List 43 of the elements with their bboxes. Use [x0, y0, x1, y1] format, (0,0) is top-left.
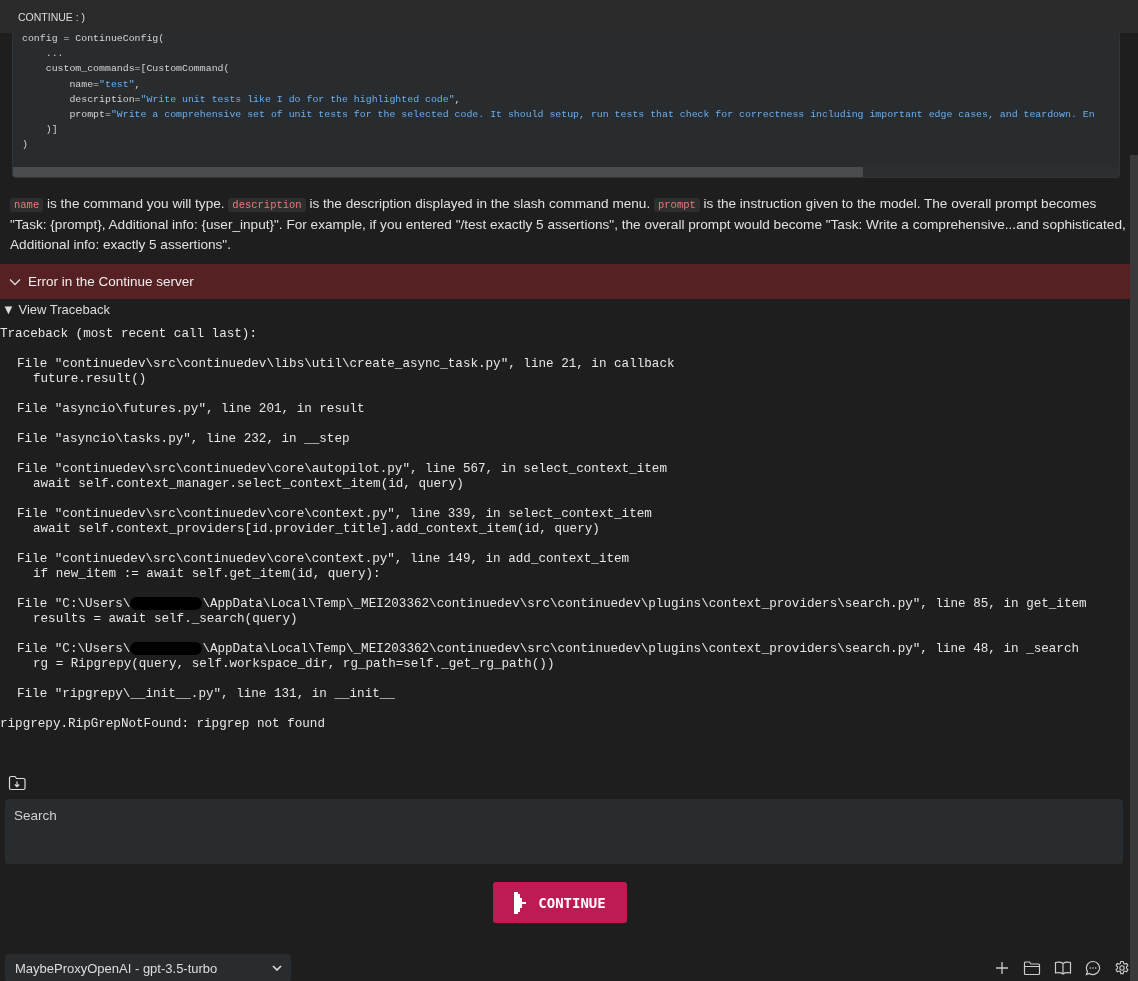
settings-icon[interactable] — [1114, 960, 1130, 976]
traceback-file-line: File "asyncio\futures.py", line 201, in result — [16, 402, 366, 417]
code-line: custom_commands=[CustomCommand( — [44, 62, 231, 77]
traceback-file-line: File "ripgrepy\__init__.py", line 131, in __init__ — [16, 687, 396, 702]
traceback-code-line: await self.context_manager.select_context_item(id, query) — [32, 477, 465, 492]
scrollbar-thumb[interactable] — [13, 167, 863, 177]
folder-icon[interactable] — [1023, 960, 1041, 976]
play-icon — [514, 891, 527, 914]
book-icon[interactable] — [1054, 960, 1072, 976]
traceback-file-line: File "continuedev\src\continuedev\libs\util\create_async_task.py", line 21, in callback — [16, 357, 676, 372]
code-line: name="test", — [68, 77, 142, 92]
error-banner[interactable]: Error in the Continue server — [0, 264, 1130, 299]
traceback-code-line: future.result() — [32, 372, 148, 387]
description-paragraph: name is the command you will type. description is the description displayed in the slash command menu. prompt is the instruction given to the model. The overall prompt becomes "Task: {prompt}, Additional info: {user_input}". For example, if you entered "/test exactly 5 assertions", the overall prompt would become "Task: Write a comprehensive...and sophisticated, Additional info: exactly 5 assertions". — [10, 195, 1126, 254]
code-line: description="Write unit tests like I do for the highlighted code", — [68, 92, 462, 107]
code-line: ) — [22, 138, 29, 153]
code-line: ... — [44, 47, 65, 62]
traceback-file-line: File "asyncio\tasks.py", line 232, in __step — [16, 432, 351, 447]
error-message: ripgrepy.RipGrepNotFound: ripgrep not found — [0, 717, 326, 732]
code-line: prompt="Write a comprehensive set of unit tests for the selected code. It should setup, run tests that check for correctness including important edge cases, and teardown. En — [68, 108, 1096, 122]
traceback-file-line: File "continuedev\src\continuedev\core\context.py", line 339, in select_context_item — [16, 507, 653, 522]
app-title: CONTINUE : ) — [18, 10, 86, 23]
traceback-code-line: rg = Ripgrepy(query, self.workspace_dir, rg_path=self._get_rg_path()) — [32, 657, 556, 672]
folder-download-icon[interactable] — [8, 775, 26, 791]
plus-icon[interactable] — [994, 960, 1010, 976]
scrollbar-thumb[interactable] — [1130, 155, 1138, 981]
traceback-file-line: File "continuedev\src\continuedev\core\autopilot.py", line 567, in select_context_item — [16, 462, 668, 477]
search-field[interactable]: Search — [5, 799, 1123, 864]
traceback-file-line: File "continuedev\src\continuedev\core\context.py", line 149, in add_context_item — [16, 552, 631, 567]
chat-icon[interactable] — [1085, 960, 1101, 976]
error-title: Error in the Continue server — [28, 274, 194, 289]
traceback-code-line: if new_item := await self.get_item(id, query): — [32, 567, 382, 582]
chevron-down-icon — [272, 965, 282, 971]
traceback-code-line: await self.context_providers[id.provider_title].add_context_item(id, query) — [32, 522, 601, 537]
traceback-file-line: File "C:\Users\ \AppData\Local\Temp\_MEI203362\continuedev\src\continuedev\plugins\context_providers\search.py", line 48, in _search — [16, 642, 1081, 657]
code-line: config = ContinueConfig( — [22, 33, 166, 46]
continue-button[interactable]: CONTINUE — [493, 882, 627, 923]
traceback-code-line: results = await self._search(query) — [32, 612, 299, 627]
code-line: )] — [44, 123, 59, 138]
traceback-file-line: File "C:\Users\ \AppData\Local\Temp\_MEI203362\continuedev\src\continuedev\plugins\context_providers\search.py", line 85, in get_item — [16, 597, 1088, 612]
traceback-header: Traceback (most recent call last): — [0, 327, 258, 342]
model-dropdown[interactable]: MaybeProxyOpenAI - gpt-3.5-turbo — [5, 954, 291, 981]
view-traceback-toggle[interactable]: ▼ View Traceback — [0, 301, 110, 319]
